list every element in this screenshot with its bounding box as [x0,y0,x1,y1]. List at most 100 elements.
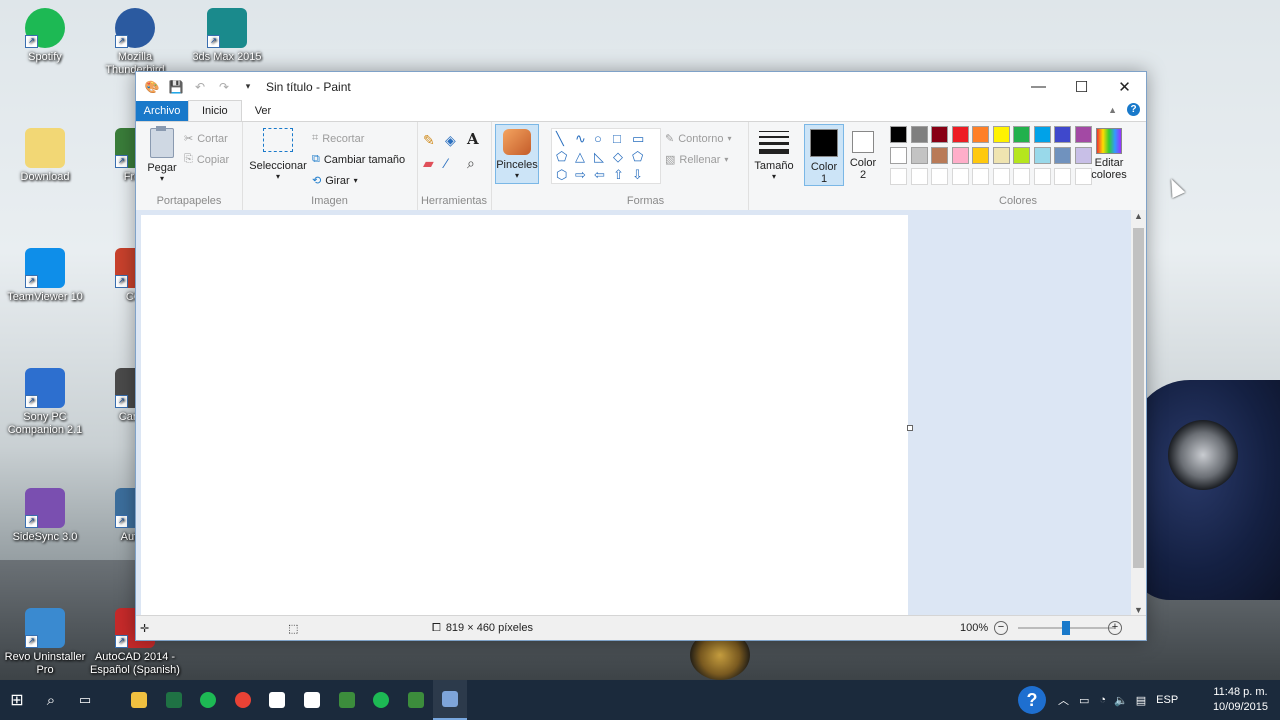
palette-swatch[interactable] [1013,126,1030,143]
battery-icon[interactable]: ▭ [1079,694,1089,707]
palette-swatch[interactable] [992,126,1010,143]
help-assistant-icon[interactable]: ? [1018,686,1046,714]
palette-swatch[interactable] [992,147,1010,164]
palette-swatch[interactable] [910,147,928,164]
palette-swatch[interactable] [931,126,948,143]
palette-swatch[interactable] [890,147,907,164]
taskbar-excel[interactable] [157,680,191,720]
shape-tool-icon[interactable]: ╲ [556,131,564,147]
magnifier-icon[interactable]: ⌕ [467,155,475,172]
wifi-icon[interactable]: ◔ [1099,694,1106,706]
canvas-resize-handle-right[interactable] [907,425,913,431]
editar-colores-button[interactable]: Editar colores [1090,124,1128,181]
shapes-gallery[interactable]: ╲ ∿ ○ □ ▭ ⬠ △ ◺ ◇ ⬠ ⬡ ⇨ ⇦ ⇧ ⇩ [551,128,661,184]
palette-swatch[interactable] [910,168,928,185]
taskbar-file-explorer[interactable] [122,680,156,720]
taskbar-camtasia-2[interactable] [399,680,433,720]
close-button[interactable]: ✕ [1103,72,1146,101]
tab-inicio[interactable]: Inicio [188,100,242,121]
eraser-icon[interactable]: ▰ [423,155,434,172]
paint-app-icon[interactable]: 🎨 [144,79,160,95]
palette-swatch[interactable] [890,126,907,143]
title-bar[interactable]: 🎨 💾 ↶ ↷ ▾ Sin título - Paint — ☐ ✕ [136,72,1146,101]
desktop-icon[interactable]: ↗ Mozilla Thunderbird [90,8,180,77]
undo-icon[interactable]: ↶ [192,79,208,95]
palette-swatch[interactable] [890,168,907,185]
fill-bucket-icon[interactable]: ◈ [445,132,456,149]
shape-tool-icon[interactable]: △ [575,149,585,165]
palette-swatch[interactable] [1033,147,1051,164]
shape-tool-icon[interactable]: ⇩ [632,167,643,183]
color2-button[interactable]: Color 2 [844,124,882,184]
show-hidden-icons-icon[interactable]: ︿ [1058,692,1069,708]
shape-tool-icon[interactable]: ○ [594,131,602,146]
palette-swatch[interactable] [992,168,1010,185]
shape-tool-icon[interactable]: ⇦ [594,167,605,183]
taskbar-spotify[interactable] [191,680,225,720]
taskbar-camtasia[interactable] [330,680,364,720]
tab-archivo[interactable]: Archivo [136,101,188,121]
save-icon[interactable]: 💾 [168,79,184,95]
palette-swatch[interactable] [1054,168,1071,185]
scroll-up-icon[interactable]: ▲ [1131,211,1146,221]
pencil-icon[interactable]: ✎ [423,132,435,149]
palette-swatch[interactable] [1013,168,1030,185]
shape-tool-icon[interactable]: ⇨ [575,167,586,183]
desktop-icon[interactable]: ↗ SideSync 3.0 [0,488,90,544]
shape-tool-icon[interactable]: ⬠ [556,149,567,165]
taskbar-chrome[interactable] [226,680,260,720]
pegar-button[interactable]: Pegar ▾ [144,126,180,183]
color1-button[interactable]: Color 1 [804,124,844,186]
clock[interactable]: 11:48 p. m. 10/09/2015 [1213,685,1268,715]
desktop-icon[interactable]: ↗ Revo Uninstaller Pro [0,608,90,677]
maximize-button[interactable]: ☐ [1060,72,1103,101]
tab-ver[interactable]: Ver [242,101,285,121]
taskbar-mail[interactable] [260,680,294,720]
desktop-icon[interactable]: ↗ 3ds Max 2015 [182,8,272,64]
action-center-icon[interactable]: ▤ [1136,694,1146,707]
text-tool-icon[interactable]: A [467,130,479,148]
desktop-icon[interactable]: ↗ TeamViewer 10 [0,248,90,304]
minimize-ribbon-icon[interactable]: ▲ [1108,105,1117,115]
palette-swatch[interactable] [1074,168,1092,185]
desktop-icon[interactable]: Download [0,128,90,184]
minimize-button[interactable]: — [1017,72,1060,101]
contorno-button[interactable]: ✎ Contorno ▾ [665,132,732,146]
palette-swatch[interactable] [972,147,989,164]
tamano-button[interactable]: Tamaño ▾ [754,128,794,181]
pinceles-button[interactable]: Pinceles ▾ [495,124,539,184]
palette-swatch[interactable] [951,168,969,185]
help-icon[interactable]: ? [1127,103,1140,116]
palette-swatch[interactable] [931,168,948,185]
shape-tool-icon[interactable]: ⬡ [556,167,567,183]
shape-tool-icon[interactable]: ⬠ [632,149,643,165]
zoom-in-button[interactable]: + [1108,616,1122,640]
zoom-slider-thumb[interactable] [1062,621,1070,635]
scroll-down-icon[interactable]: ▼ [1131,605,1146,615]
taskbar-calendar[interactable] [295,680,329,720]
customize-qat-icon[interactable]: ▾ [240,79,256,95]
start-button[interactable]: ⊞ [0,680,34,720]
volume-icon[interactable]: 🔈 [1114,694,1128,707]
shape-tool-icon[interactable]: ◺ [594,149,604,165]
cortar-button[interactable]: ✂ Cortar [184,132,228,146]
palette-swatch[interactable] [1013,147,1030,164]
zoom-slider[interactable] [1018,616,1114,640]
taskbar-spotify-2[interactable] [364,680,398,720]
shape-tool-icon[interactable]: ⇧ [613,167,624,183]
shape-tool-icon[interactable]: ∿ [575,131,586,147]
palette-swatch[interactable] [1054,147,1071,164]
palette-swatch[interactable] [1074,126,1092,143]
palette-swatch[interactable] [951,147,969,164]
cambiar-tamano-button[interactable]: ⧉ Cambiar tamaño [312,153,405,166]
drawing-canvas[interactable] [141,215,908,615]
palette-swatch[interactable] [972,168,989,185]
rellenar-button[interactable]: ▧ Rellenar ▾ [665,153,728,167]
redo-icon[interactable]: ↷ [216,79,232,95]
copiar-button[interactable]: ⎘ Copiar [184,153,229,166]
recortar-button[interactable]: ⌗ Recortar [312,132,364,145]
zoom-out-button[interactable]: − [994,616,1008,640]
desktop-icon[interactable]: ↗ Spotify [0,8,90,64]
palette-swatch[interactable] [1033,168,1051,185]
seleccionar-button[interactable]: Seleccionar ▾ [248,128,308,181]
